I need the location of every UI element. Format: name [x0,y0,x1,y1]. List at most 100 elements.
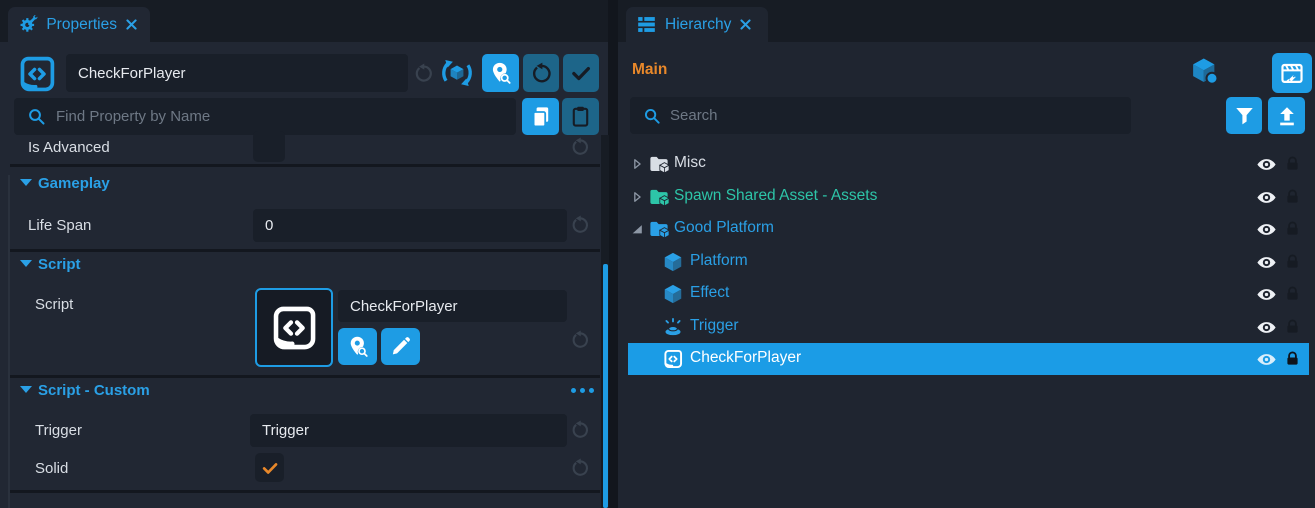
checkmark-icon [261,459,279,477]
tree-item-label: Spawn Shared Asset - Assets [674,187,877,205]
section-divider [10,375,600,378]
pin-search-icon [346,335,370,359]
properties-body: Is Advanced Gameplay Life Span Script Sc… [0,42,608,508]
collapse-gameplay-icon[interactable] [20,179,32,186]
object-name-input[interactable] [66,54,408,92]
tab-properties[interactable]: Properties [8,7,150,42]
search-icon [26,106,47,127]
root-label[interactable]: Main [632,61,667,79]
trigger-property-label: Trigger [35,422,82,439]
visibility-eye-icon[interactable] [1256,284,1277,305]
confirm-button[interactable] [563,54,599,92]
cube-icon [662,283,684,305]
undo-icon [530,62,553,85]
pin-search-icon [488,61,513,86]
cube-icon [662,251,684,273]
tree-row-misc[interactable]: Misc [628,148,1309,180]
script-scroll-icon [662,348,684,370]
tree-row-platform[interactable]: Platform [628,246,1309,278]
collapse-script-custom-icon[interactable] [20,386,32,393]
find-in-scene-button[interactable] [482,54,519,92]
script-label: Script [35,296,73,313]
networked-icon[interactable] [438,54,476,92]
tab-hierarchy[interactable]: Hierarchy [626,7,768,42]
edit-script-button[interactable] [381,328,420,365]
visibility-eye-icon[interactable] [1256,317,1277,338]
folder-cube-icon [648,153,670,175]
life-span-label: Life Span [28,217,91,234]
section-menu-icon[interactable] [571,388,594,393]
tree-row-checkforplayer[interactable]: CheckForPlayer [628,343,1309,375]
filter-button[interactable] [1226,97,1262,134]
lock-icon[interactable] [1284,252,1301,271]
tree-row-effect[interactable]: Effect [628,278,1309,310]
is-advanced-checkbox[interactable] [253,131,285,162]
reset-trigger-icon[interactable] [570,420,590,440]
lock-icon[interactable] [1284,219,1301,238]
checkmark-icon [570,62,592,84]
section-divider [10,249,600,252]
lock-icon[interactable] [1284,349,1301,368]
scene-preview-button[interactable] [1272,53,1312,93]
section-divider [10,164,600,167]
lock-icon[interactable] [1284,317,1301,336]
gear-wrench-icon [18,14,38,35]
shared-asset-cube-icon[interactable] [1190,56,1220,86]
tree-item-label: Platform [690,252,748,270]
tree-row-trigger[interactable]: Trigger [628,311,1309,343]
close-hierarchy-tab-icon[interactable] [739,18,752,31]
copy-icon [529,105,553,129]
script-scroll-icon [268,302,320,354]
reset-is-advanced-icon[interactable] [570,137,590,157]
script-asset-name-input[interactable] [338,290,567,322]
folder-cube-icon [648,186,670,208]
copy-button[interactable] [522,98,559,135]
hierarchy-body: Main Misc Spawn Shared Asset - Assets [618,42,1315,508]
life-span-input[interactable] [253,209,567,242]
reset-life-span-icon[interactable] [570,215,590,235]
clipboard-icon [569,105,592,128]
scrollbar-thumb[interactable] [603,264,608,508]
solid-checkbox[interactable] [255,453,284,482]
visibility-eye-icon[interactable] [1256,154,1277,175]
folder-cube-icon [648,218,670,240]
section-script-custom[interactable]: Script - Custom [38,382,150,399]
expander-collapsed-icon[interactable] [630,190,644,204]
section-divider [10,490,600,493]
reset-script-icon[interactable] [570,330,590,350]
trigger-icon [662,316,684,338]
close-properties-tab-icon[interactable] [125,18,138,31]
hierarchy-panel: Hierarchy Main Misc Spawn Shared Ass [618,0,1315,508]
find-property-input[interactable] [14,98,516,135]
collapse-script-icon[interactable] [20,260,32,267]
tree-item-label: Trigger [690,317,739,335]
section-gameplay[interactable]: Gameplay [38,175,110,192]
section-script[interactable]: Script [38,256,81,273]
undo-button[interactable] [523,54,559,92]
script-asset-thumbnail[interactable] [255,288,333,367]
expander-collapsed-icon[interactable] [630,157,644,171]
reset-name-icon[interactable] [413,63,434,84]
expander-expanded-icon[interactable] [630,222,644,236]
tree-item-label: Effect [690,284,729,302]
hierarchy-list-icon [636,14,657,35]
tree-row-good-platform[interactable]: Good Platform [628,213,1309,245]
visibility-eye-icon[interactable] [1256,187,1277,208]
tree-item-label: Good Platform [674,219,774,237]
trigger-property-input[interactable] [250,414,567,447]
visibility-eye-icon[interactable] [1256,252,1277,273]
tab-properties-label: Properties [46,16,117,34]
pencil-icon [389,335,412,358]
find-script-asset-button[interactable] [338,328,377,365]
visibility-eye-icon[interactable] [1256,219,1277,240]
lock-icon[interactable] [1284,284,1301,303]
lock-icon[interactable] [1284,187,1301,206]
upload-button[interactable] [1268,97,1305,134]
reset-solid-icon[interactable] [570,458,590,478]
tree-row-spawn-shared-asset[interactable]: Spawn Shared Asset - Assets [628,181,1309,213]
paste-button[interactable] [562,98,599,135]
visibility-eye-icon[interactable] [1256,349,1277,370]
is-advanced-label: Is Advanced [28,139,110,156]
lock-icon[interactable] [1284,154,1301,173]
hierarchy-search-input[interactable] [630,97,1131,134]
